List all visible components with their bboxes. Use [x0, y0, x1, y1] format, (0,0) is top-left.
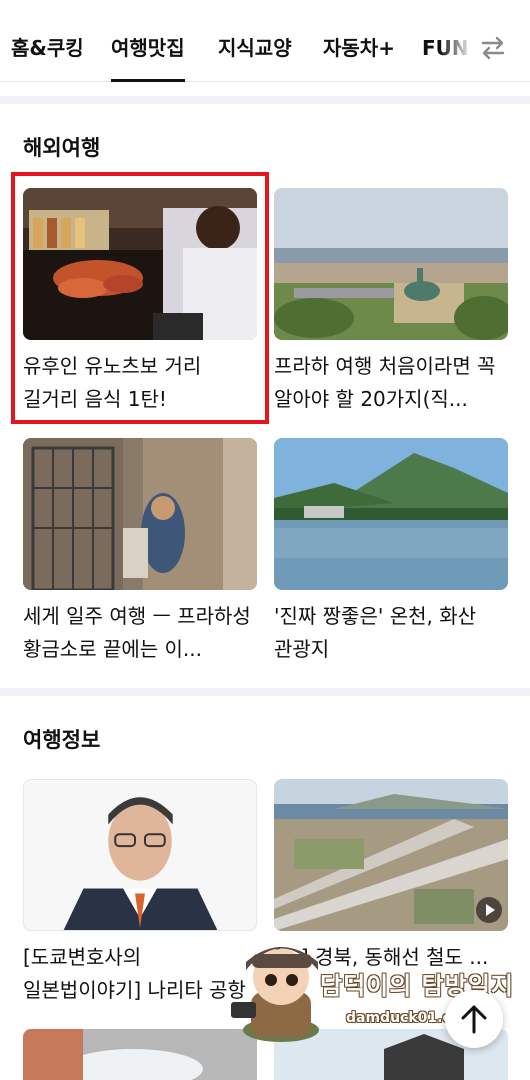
article-title[interactable]: '진짜 짱좋은' 온천, 화산 관광지 — [274, 600, 510, 666]
arrow-up-icon — [461, 1005, 487, 1034]
tab-knowledge[interactable]: 지식교양 — [218, 34, 292, 62]
tab-home-cooking[interactable]: 홈&쿠킹 — [11, 34, 84, 62]
tab-travel-food[interactable]: 여행맛집 — [111, 34, 185, 82]
scroll-top-button[interactable] — [445, 990, 503, 1048]
article-thumbnail[interactable] — [23, 438, 257, 590]
article-thumbnail[interactable] — [274, 188, 508, 340]
selected-highlight-frame — [11, 172, 269, 424]
section-title-travel-info: 여행정보 — [23, 728, 101, 752]
category-tab-bar: 홈&쿠킹 여행맛집 지식교양 자동차+ FUN — [0, 0, 530, 82]
article-thumbnail[interactable] — [274, 438, 508, 590]
section-title-overseas: 해외여행 — [23, 136, 101, 160]
article-thumbnail[interactable] — [23, 1029, 257, 1080]
section-divider — [0, 688, 530, 696]
tab-fade-overlay — [440, 20, 480, 76]
play-icon[interactable] — [476, 897, 502, 923]
section-divider — [0, 96, 530, 104]
article-thumbnail[interactable] — [274, 779, 508, 931]
swap-arrows-icon[interactable] — [475, 30, 511, 66]
tab-cars[interactable]: 자동차+ — [323, 34, 395, 62]
article-title[interactable]: 프라하 여행 처음이라면 꼭 알아야 할 20가지(직... — [274, 350, 510, 416]
article-thumbnail[interactable] — [23, 779, 257, 931]
article-title[interactable]: [도쿄변호사의 일본법이야기] 나리타 공항 역사의 ... — [23, 941, 259, 1007]
article-title[interactable]: 세게 일주 여행 ㅡ 프라하성 황금소로 끝에는 이... — [23, 600, 259, 666]
